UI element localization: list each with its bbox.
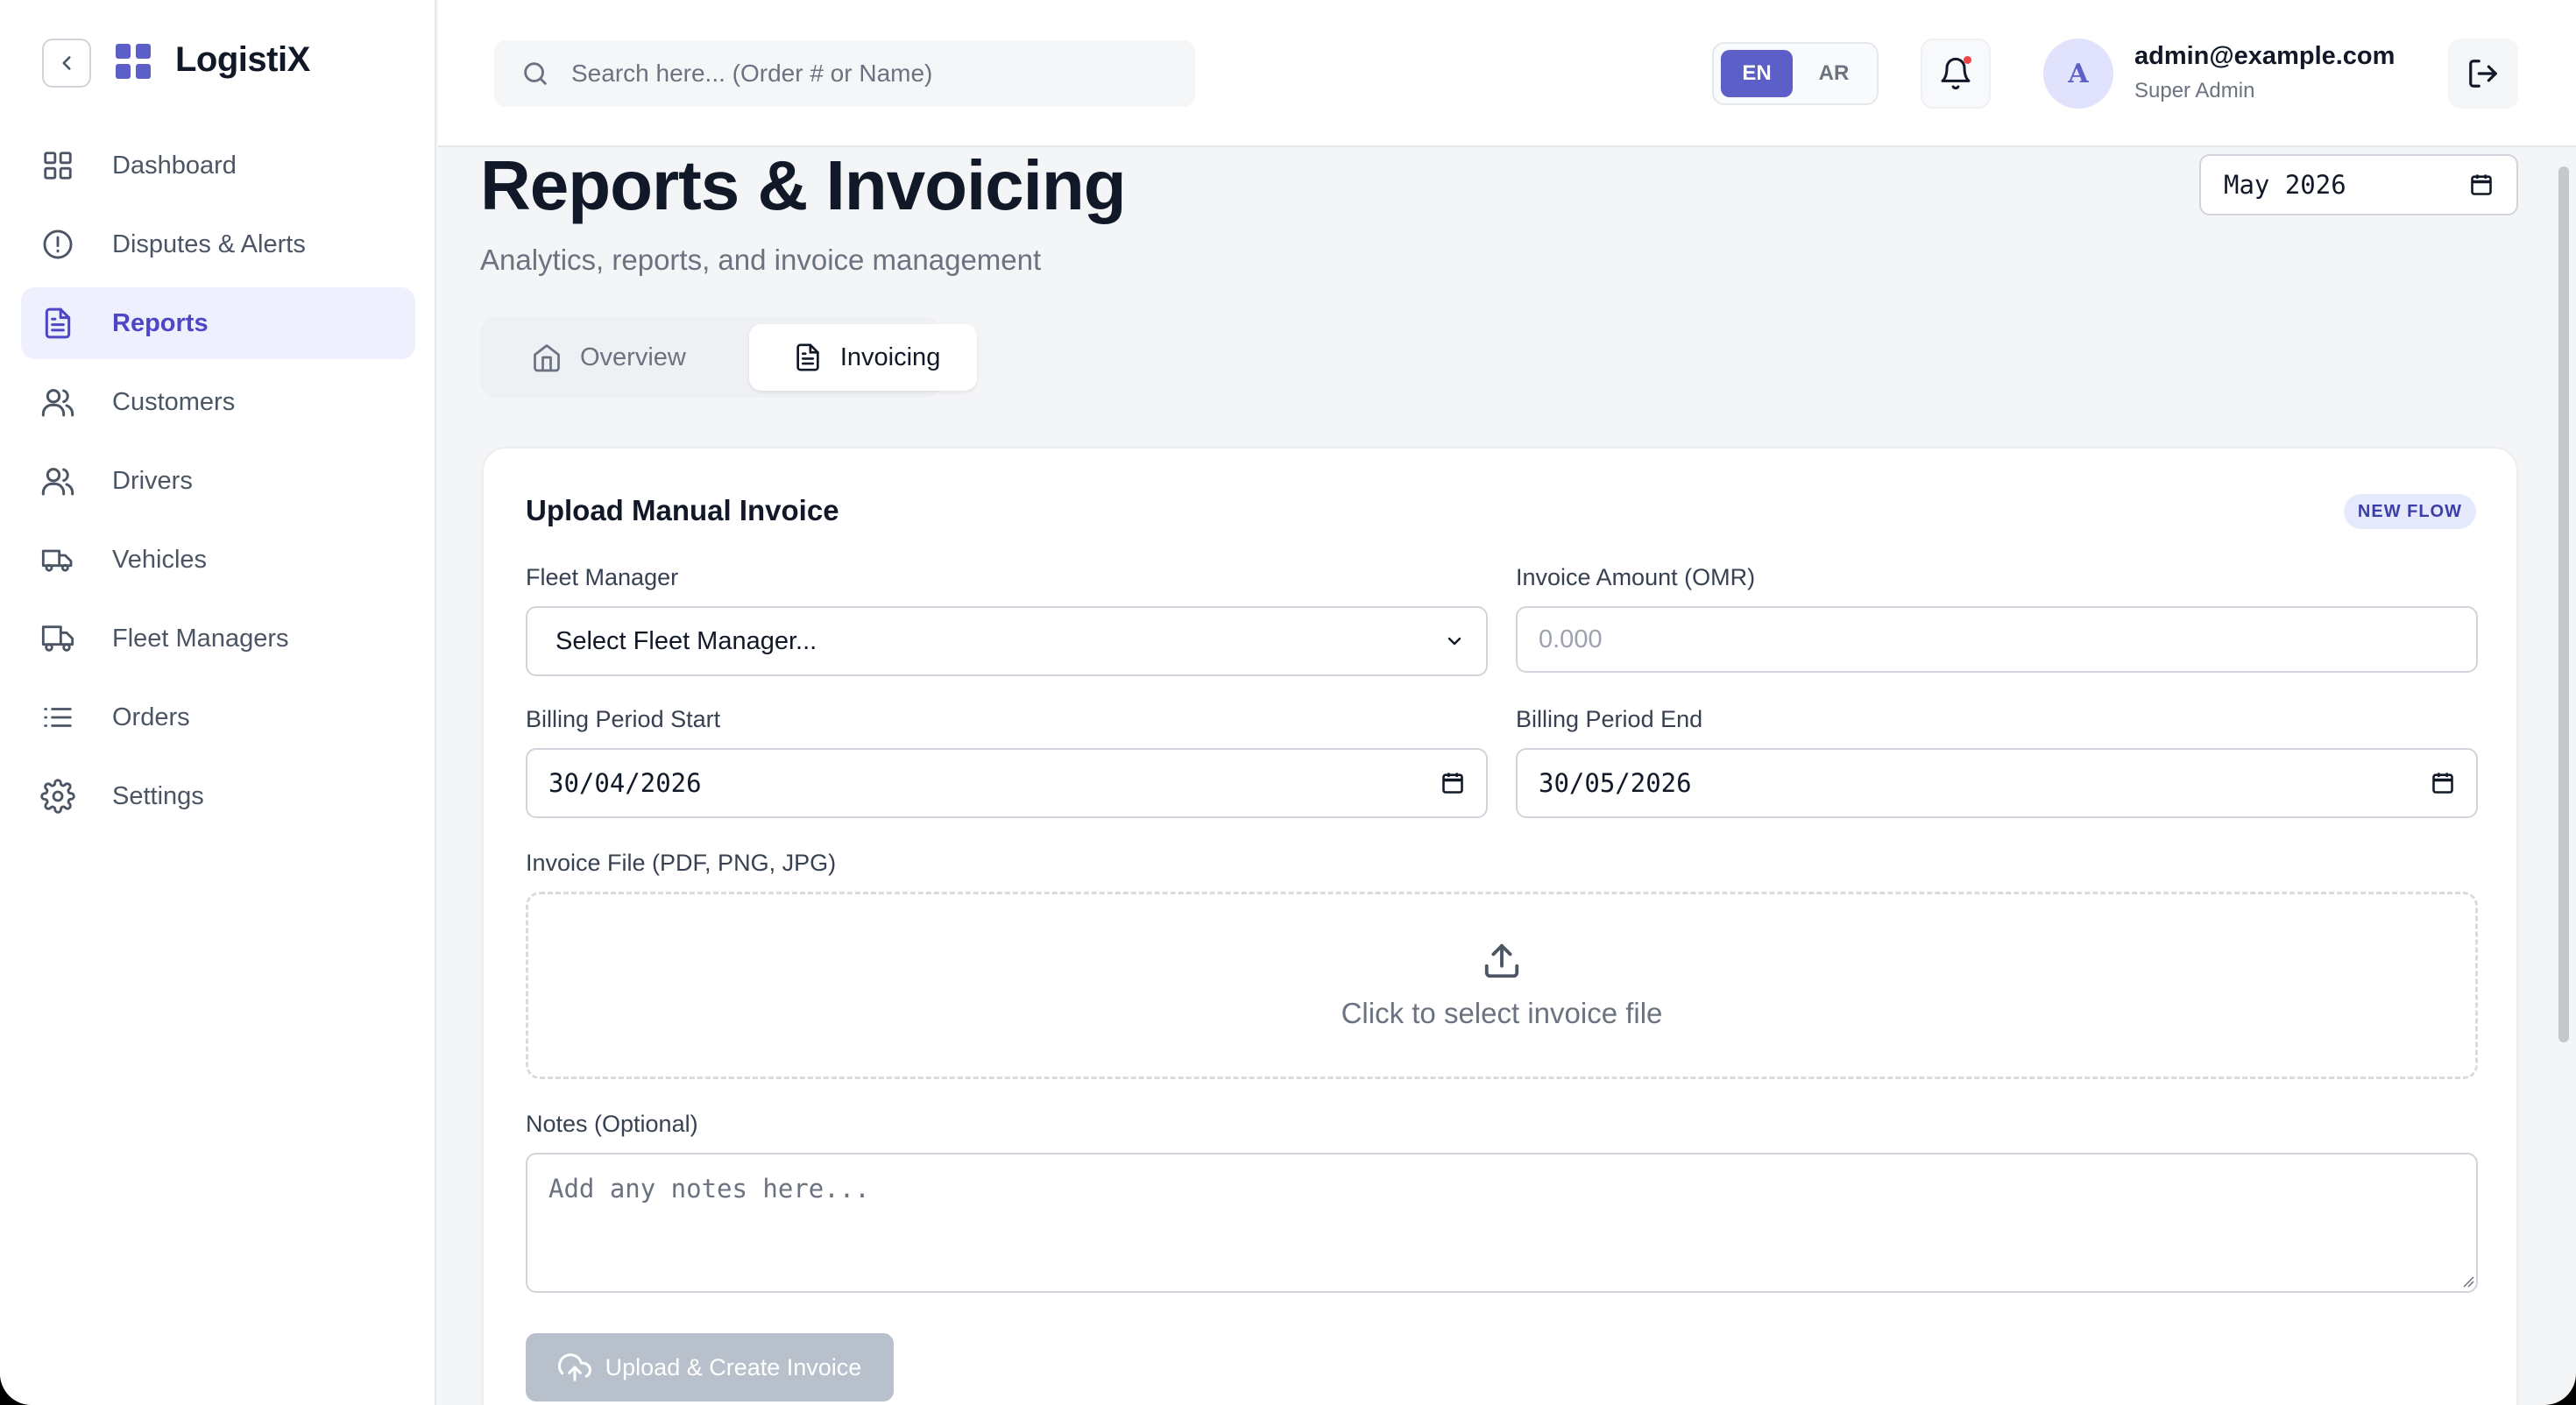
upload-icon — [1484, 943, 1519, 978]
users-icon — [41, 468, 74, 496]
user-email: admin@example.com — [2134, 42, 2396, 70]
scrollbar-thumb[interactable] — [2558, 166, 2569, 1042]
truck-icon — [41, 549, 73, 572]
sidebar-item-customers[interactable]: Customers — [21, 366, 415, 438]
dropzone-prompt: Click to select invoice file — [1341, 997, 1663, 1029]
sidebar-item-fleet-managers[interactable]: Fleet Managers — [21, 603, 415, 674]
chevron-left-icon — [62, 56, 71, 70]
users-icon — [41, 389, 74, 417]
sidebar-item-settings[interactable]: Settings — [21, 760, 415, 832]
tab-overview[interactable]: Overview — [487, 324, 723, 391]
billing-start-date-input[interactable]: 30/04/2026 — [526, 748, 1488, 818]
sidebar: LogistiX Dashboard Disputes & Alerts Rep… — [0, 0, 436, 1405]
sidebar-item-vehicles[interactable]: Vehicles — [21, 524, 415, 596]
search-input[interactable] — [571, 60, 1167, 88]
fleet-manager-label: Fleet Manager — [526, 564, 679, 590]
sidebar-item-label: Reports — [112, 308, 209, 337]
sidebar-item-dashboard[interactable]: Dashboard — [21, 130, 415, 201]
gear-icon — [40, 779, 75, 814]
billing-start-label: Billing Period Start — [526, 706, 721, 732]
upload-create-invoice-button[interactable]: Upload & Create Invoice — [526, 1333, 894, 1401]
billing-start-value: 30/04/2026 — [548, 768, 702, 798]
notifications-button[interactable] — [1921, 39, 1991, 109]
file-text-icon — [45, 307, 71, 339]
sidebar-item-orders[interactable]: Orders — [21, 681, 415, 753]
top-bar: EN AR A admin@example.com Super Admin — [438, 0, 2576, 147]
avatar[interactable]: A — [2043, 39, 2113, 109]
fleet-manager-value: Select Fleet Manager... — [556, 626, 817, 655]
logout-icon — [2469, 60, 2497, 88]
tab-bar: Overview Invoicing — [480, 317, 978, 398]
sidebar-item-disputes[interactable]: Disputes & Alerts — [21, 208, 415, 280]
app-window: LogistiX Dashboard Disputes & Alerts Rep… — [0, 0, 2576, 1405]
page-title: Reports & Invoicing — [480, 146, 1127, 224]
sidebar-nav: Dashboard Disputes & Alerts Reports Cust… — [21, 130, 415, 839]
sidebar-item-label: Customers — [112, 387, 236, 416]
logo-icon — [116, 44, 151, 79]
resize-handle-icon[interactable] — [2462, 1275, 2474, 1288]
sidebar-item-label: Orders — [112, 702, 190, 731]
tab-label: Invoicing — [839, 342, 941, 371]
month-picker[interactable]: May 2026 — [2199, 154, 2518, 215]
scrollbar[interactable] — [2558, 166, 2569, 1042]
fleet-manager-select[interactable]: Select Fleet Manager... — [526, 606, 1488, 676]
billing-end-value: 30/05/2026 — [1539, 768, 1692, 798]
sidebar-item-label: Drivers — [112, 466, 193, 495]
submit-label: Upload & Create Invoice — [605, 1353, 862, 1380]
dashboard-icon — [44, 152, 72, 180]
billing-end-date-input[interactable]: 30/05/2026 — [1516, 748, 2478, 818]
sidebar-item-label: Fleet Managers — [112, 624, 289, 653]
language-switcher: EN AR — [1712, 42, 1879, 105]
lang-en-button[interactable]: EN — [1721, 50, 1793, 97]
sidebar-item-label: Vehicles — [112, 545, 208, 574]
invoice-file-label: Invoice File (PDF, PNG, JPG) — [526, 850, 837, 876]
tab-invoicing[interactable]: Invoicing — [748, 324, 978, 391]
invoice-amount-placeholder: 0.000 — [1539, 625, 1603, 653]
tab-label: Overview — [580, 342, 686, 371]
collapse-sidebar-button[interactable] — [42, 39, 91, 88]
home-icon — [534, 344, 560, 372]
invoice-amount-label: Invoice Amount (OMR) — [1516, 564, 1756, 590]
sidebar-item-label: Disputes & Alerts — [112, 229, 306, 258]
file-text-icon — [796, 343, 819, 371]
logout-button[interactable] — [2448, 39, 2518, 109]
sidebar-item-reports[interactable]: Reports — [21, 287, 415, 359]
brand-name: LogistiX — [175, 40, 310, 79]
sidebar-item-drivers[interactable]: Drivers — [21, 445, 415, 517]
card-title: Upload Manual Invoice — [526, 494, 839, 526]
cloud-upload-icon — [557, 1353, 591, 1381]
lang-ar-button[interactable]: AR — [1798, 50, 1870, 97]
invoice-amount-field[interactable]: 0.000 — [1516, 606, 2478, 673]
notification-dot — [1964, 56, 1971, 64]
truck-icon — [41, 625, 74, 652]
calendar-icon — [2432, 773, 2453, 794]
calendar-icon — [2471, 174, 2492, 195]
sidebar-item-label: Settings — [112, 781, 204, 810]
billing-end-label: Billing Period End — [1516, 706, 1703, 732]
calendar-icon — [1442, 773, 1463, 794]
upload-invoice-card: Upload Manual Invoice NEW FLOW Fleet Man… — [482, 447, 2518, 1405]
search-icon — [524, 62, 547, 85]
notes-textarea[interactable] — [526, 1153, 2478, 1293]
search-box[interactable] — [494, 40, 1195, 107]
notes-label: Notes (Optional) — [526, 1111, 698, 1137]
month-value: May 2026 — [2224, 170, 2346, 200]
alert-circle-icon — [43, 229, 73, 259]
user-role: Super Admin — [2134, 79, 2255, 102]
chevron-down-icon — [1447, 637, 1461, 646]
invoice-file-dropzone[interactable]: Click to select invoice file — [526, 892, 2478, 1079]
list-icon — [44, 708, 72, 727]
page-subtitle: Analytics, reports, and invoice manageme… — [480, 244, 1042, 276]
status-badge: NEW FLOW — [2343, 494, 2476, 529]
sidebar-item-label: Dashboard — [112, 151, 237, 180]
